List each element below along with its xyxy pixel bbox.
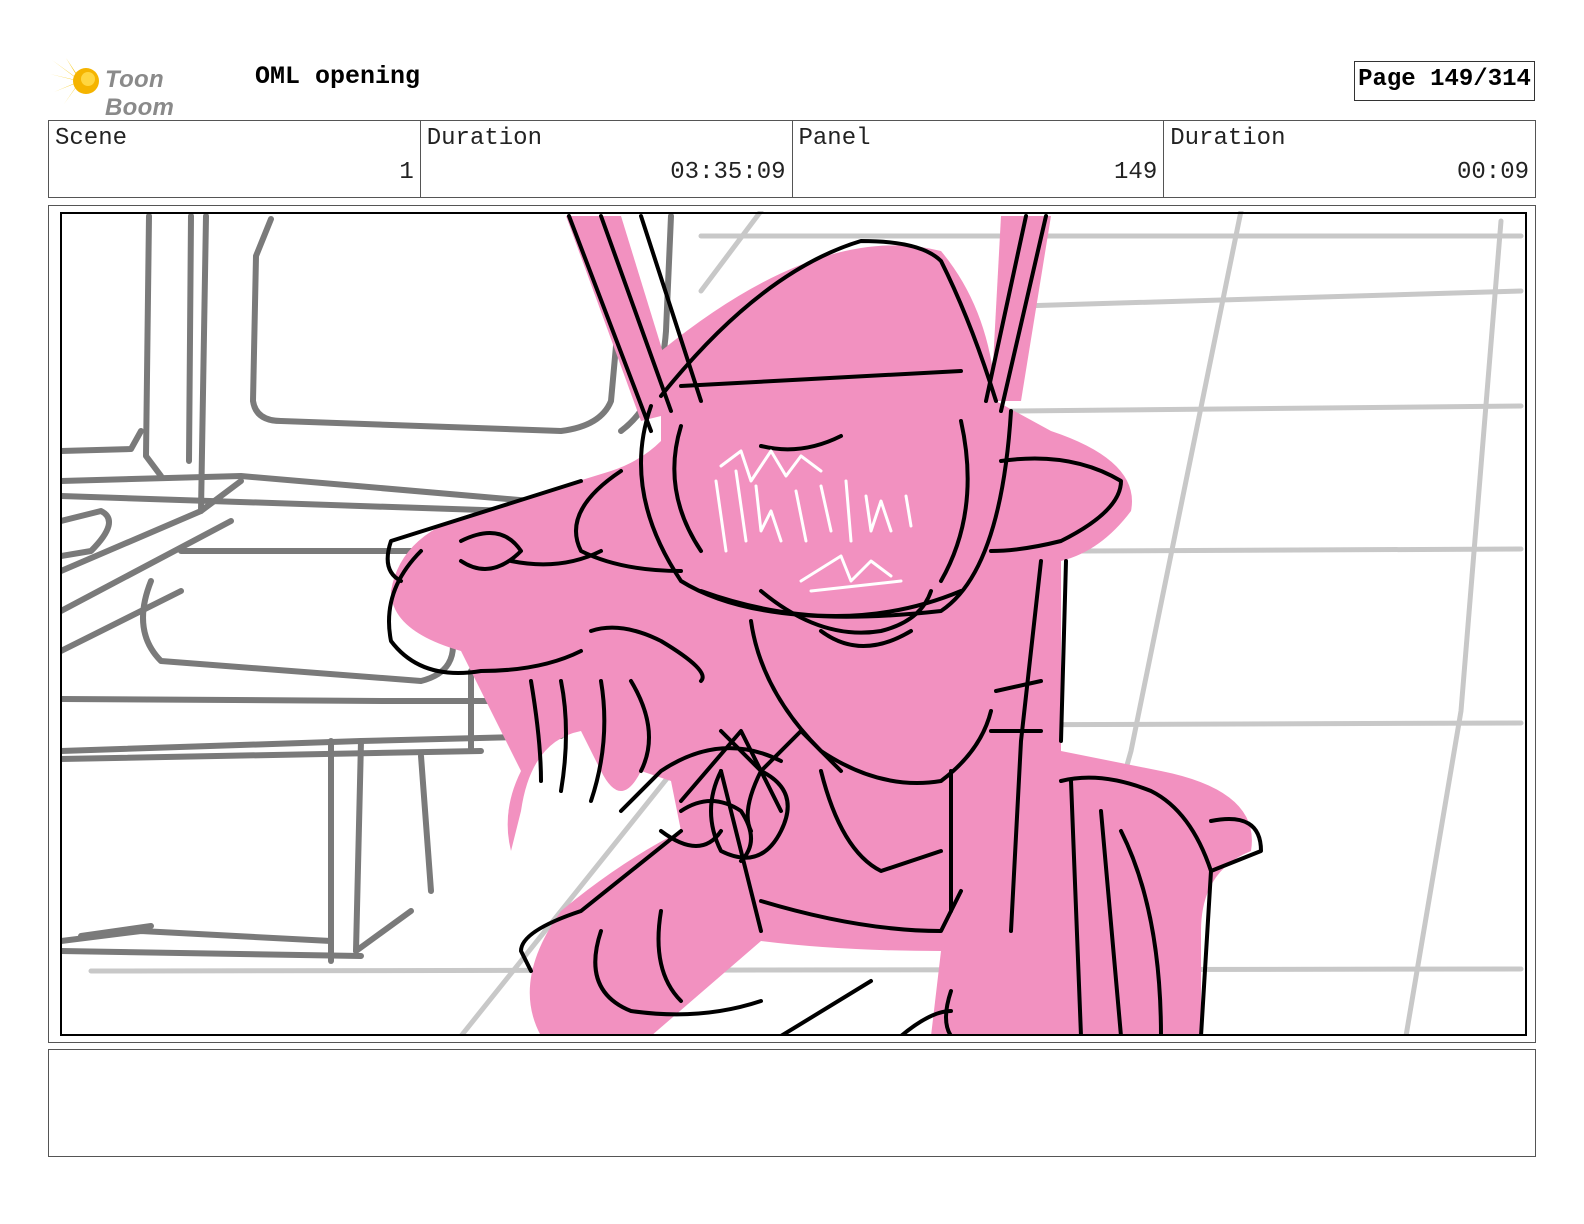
panel-value: 149 bbox=[1114, 159, 1158, 186]
scene-label: Scene bbox=[55, 125, 128, 152]
panel-notes-box[interactable] bbox=[48, 1049, 1536, 1157]
scene-duration-value: 03:35:09 bbox=[670, 159, 786, 186]
toon-boom-logo: Toon Boom bbox=[50, 56, 240, 121]
panel-info-table: Scene 1 Duration 03:35:09 Panel 149 Dura… bbox=[48, 120, 1536, 198]
scene-duration-label: Duration bbox=[426, 125, 542, 152]
scene-value: 1 bbox=[399, 159, 414, 186]
panel-duration-cell: Duration 00:09 bbox=[1164, 121, 1535, 197]
page-number: Page 149/314 bbox=[1354, 61, 1535, 101]
storyboard-panel bbox=[48, 205, 1536, 1043]
panel-label: Panel bbox=[798, 125, 871, 152]
scene-cell: Scene 1 bbox=[49, 121, 421, 197]
project-title: OML opening bbox=[255, 62, 421, 91]
star-burst-icon bbox=[50, 58, 99, 104]
logo-text: Toon Boom bbox=[105, 66, 175, 121]
panel-duration-value: 00:09 bbox=[1456, 159, 1529, 186]
sketch-drawing bbox=[61, 211, 1524, 1036]
panel-cell: Panel 149 bbox=[793, 121, 1165, 197]
scene-duration-cell: Duration 03:35:09 bbox=[421, 121, 793, 197]
panel-duration-label: Duration bbox=[1170, 125, 1286, 152]
panel-drawing bbox=[61, 211, 1526, 1036]
